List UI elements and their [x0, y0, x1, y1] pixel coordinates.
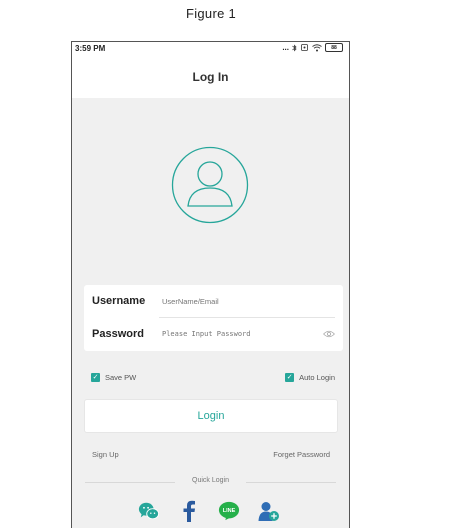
dots-icon: ...: [282, 43, 289, 52]
sign-up-link[interactable]: Sign Up: [92, 450, 119, 459]
navigation-bar: Log In: [72, 56, 349, 98]
quick-login-divider: Quick Login: [72, 476, 349, 488]
social-login-row: LINE: [134, 500, 284, 524]
username-row: Username: [92, 285, 335, 317]
username-label: Username: [92, 295, 146, 307]
phone-screen: 3:59 PM ... 88 Log In Username Password: [71, 41, 350, 528]
figure-caption: Figure 1: [185, 6, 237, 21]
username-input[interactable]: [162, 296, 335, 306]
user-avatar-icon: [171, 146, 249, 224]
auto-login-option[interactable]: ✓ Auto Login: [285, 373, 335, 382]
bluetooth-icon: [292, 44, 297, 51]
status-icons: ... 88: [282, 43, 343, 52]
save-pw-checkbox[interactable]: ✓: [91, 373, 100, 382]
status-time: 3:59 PM: [75, 44, 106, 53]
battery-icon: 88: [325, 43, 343, 52]
show-password-eye-icon[interactable]: [323, 330, 335, 338]
forget-password-link[interactable]: Forget Password: [273, 450, 330, 459]
svg-text:LINE: LINE: [223, 508, 236, 514]
auto-login-label: Auto Login: [299, 373, 335, 382]
add-contact-icon[interactable]: [258, 500, 280, 522]
battery-level: 88: [331, 44, 337, 51]
wifi-icon: [312, 43, 322, 51]
login-button[interactable]: Login: [84, 399, 338, 433]
password-input[interactable]: [162, 330, 323, 338]
facebook-icon[interactable]: [178, 500, 200, 522]
line-icon[interactable]: LINE: [218, 500, 240, 522]
vibrate-icon: [301, 44, 308, 51]
status-bar: 3:59 PM ... 88: [72, 42, 349, 56]
save-pw-option[interactable]: ✓ Save PW: [91, 373, 136, 382]
save-pw-label: Save PW: [105, 373, 137, 382]
divider-line-right: [246, 482, 336, 483]
auto-login-checkbox[interactable]: ✓: [285, 373, 295, 382]
wechat-icon[interactable]: [138, 500, 160, 522]
password-row: Password: [92, 318, 335, 350]
password-label: Password: [92, 328, 144, 340]
page-title: Log In: [192, 70, 229, 84]
login-form: Username Password: [84, 285, 343, 351]
